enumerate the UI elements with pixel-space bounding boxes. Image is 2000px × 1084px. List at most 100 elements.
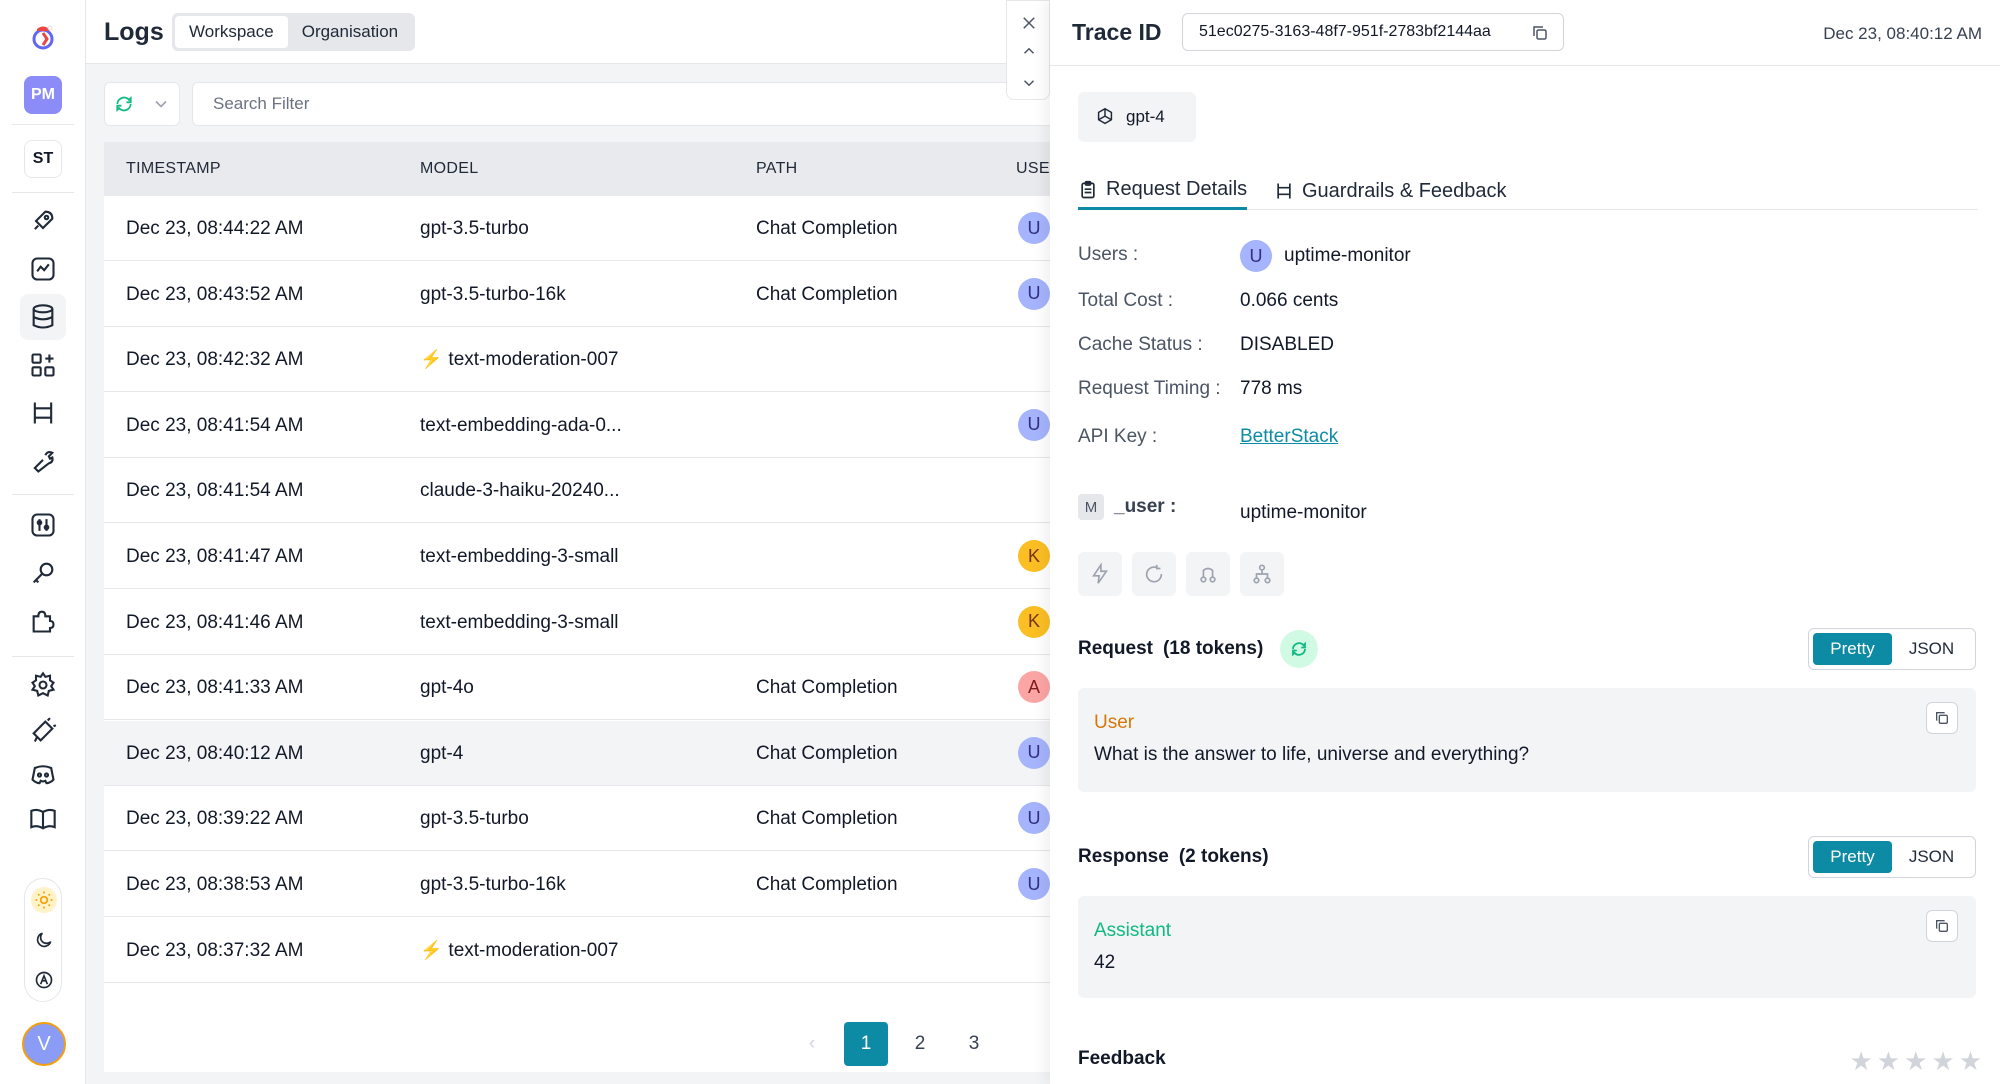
portkey-logo[interactable] <box>20 14 66 60</box>
col-model[interactable]: MODEL <box>420 160 478 178</box>
next-log-button[interactable] <box>1017 71 1041 95</box>
table-row[interactable]: Dec 23, 08:44:22 AM gpt-3.5-turbo Chat Com… <box>104 196 1067 261</box>
chevron-down-icon <box>154 100 167 108</box>
table-row[interactable]: Dec 23, 08:41:54 AM text-embedding-ada-0.… <box>104 393 1067 458</box>
star-icon[interactable]: ★ <box>1959 1046 1982 1077</box>
table-row[interactable]: Dec 23, 08:41:54 AM claude-3-haiku-20240.… <box>104 458 1064 524</box>
copy-request-button[interactable] <box>1926 702 1958 734</box>
sidebar-item-discord[interactable] <box>20 752 66 798</box>
sidebar-item-settings[interactable] <box>20 662 66 708</box>
row-model-name: gpt-3.5-turbo-16k <box>420 874 566 895</box>
request-pretty-button[interactable]: Pretty <box>1813 633 1892 665</box>
prev-page-button[interactable]: ‹ <box>790 1022 834 1066</box>
cache-status-value: DISABLED <box>1240 334 1334 355</box>
tab-guardrails-feedback[interactable]: Guardrails & Feedback <box>1274 172 1507 210</box>
tab-request-details[interactable]: Request Details <box>1078 172 1248 210</box>
row-model-name: gpt-3.5-turbo-16k <box>420 283 566 305</box>
dark-theme-button[interactable] <box>31 927 57 953</box>
page-2[interactable]: 2 <box>898 1022 942 1066</box>
table-row[interactable]: Dec 23, 08:38:53 AM gpt-3.5-turbo-16k Chat… <box>104 852 1067 917</box>
copy-icon <box>1936 920 1948 932</box>
page-1[interactable]: 1 <box>844 1022 888 1066</box>
scope-workspace[interactable]: Workspace <box>175 16 288 48</box>
sidebar-item-docs[interactable] <box>20 796 66 842</box>
table-row[interactable]: Dec 23, 08:43:52 AM gpt-3.5-turbo-16k Chat… <box>104 262 1067 327</box>
star-icon[interactable]: ★ <box>1904 1046 1927 1077</box>
light-theme-button[interactable] <box>31 887 57 913</box>
trace-tree-button[interactable] <box>1240 552 1284 596</box>
row-path: Chat Completion <box>756 874 898 895</box>
rocket-icon <box>34 210 54 230</box>
response-json-button[interactable]: JSON <box>1892 841 1971 873</box>
log-detail-drawer: Trace ID 51ec0275-3163-48f7-951f-2783bf2… <box>1050 0 2000 1084</box>
trace-id-field[interactable]: 51ec0275-3163-48f7-951f-2783bf2144aa <box>1182 13 1564 51</box>
star-icon[interactable]: ★ <box>1849 1046 1872 1077</box>
star-icon[interactable]: ★ <box>1877 1046 1900 1077</box>
response-title-text: Response <box>1078 846 1169 867</box>
request-json-button[interactable]: JSON <box>1892 633 1971 665</box>
search-input[interactable]: Search Filter <box>192 82 1062 126</box>
row-timestamp: Dec 23, 08:39:22 AM <box>126 808 304 830</box>
row-model-name: gpt-3.5-turbo <box>420 808 529 830</box>
metadata-value: uptime-monitor <box>1240 502 1367 523</box>
page-3[interactable]: 3 <box>952 1022 996 1066</box>
sidebar-item-getting-started[interactable] <box>20 198 66 244</box>
api-key-link[interactable]: BetterStack <box>1240 426 1338 448</box>
row-model: gpt-3.5-turbo-16k <box>420 874 566 896</box>
users-label: Users : <box>1078 244 1139 265</box>
refresh-options-button[interactable] <box>142 83 179 125</box>
tree-icon <box>1253 564 1271 584</box>
megaphone-icon <box>32 717 57 742</box>
star-icon[interactable]: ★ <box>1931 1046 1954 1077</box>
copy-response-button[interactable] <box>1926 910 1958 942</box>
col-timestamp[interactable]: TIMESTAMP <box>126 160 221 178</box>
replay-button[interactable] <box>1078 552 1122 596</box>
sidebar-item-plugins[interactable] <box>20 598 66 644</box>
table-row[interactable]: Dec 23, 08:37:32 AM ⚡ text-moderation-007 <box>104 918 1064 983</box>
total-cost-value: 0.066 cents <box>1240 290 1339 311</box>
refresh-control <box>104 82 180 126</box>
auto-theme-button[interactable] <box>31 967 57 993</box>
close-icon <box>1023 17 1035 29</box>
sidebar-item-prompts[interactable] <box>20 342 66 388</box>
sync-button[interactable] <box>1280 630 1318 668</box>
sidebar-item-tools[interactable] <box>20 438 66 484</box>
sidebar-item-guardrails[interactable] <box>20 390 66 436</box>
response-pretty-button[interactable]: Pretty <box>1813 841 1892 873</box>
table-row[interactable]: Dec 23, 08:41:46 AM text-embedding-3-smal… <box>104 590 1066 655</box>
row-user-avatar: A <box>1018 671 1050 704</box>
sidebar-item-logs[interactable] <box>20 294 66 340</box>
metadata-label: M _user : <box>1078 494 1176 520</box>
retry-button[interactable] <box>1132 552 1176 596</box>
sidebar-divider <box>12 192 74 193</box>
close-drawer-button[interactable] <box>1017 11 1041 35</box>
row-model-name: text-moderation-007 <box>448 349 619 371</box>
row-path: Chat Completion <box>756 677 898 699</box>
row-timestamp: Dec 23, 08:41:46 AM <box>126 611 304 633</box>
refresh-icon <box>1292 641 1306 657</box>
user-avatar[interactable]: V <box>22 1022 66 1066</box>
table-row[interactable]: Dec 23, 08:42:32 AM ⚡ text-moderation-007 <box>104 327 1064 393</box>
sidebar-item-announcements[interactable] <box>20 708 66 754</box>
row-timestamp: Dec 23, 08:42:32 AM <box>126 349 304 371</box>
sidebar-item-api-keys[interactable] <box>20 550 66 596</box>
table-row[interactable]: Dec 23, 08:41:47 AM text-embedding-3-smal… <box>104 524 1066 589</box>
table-row[interactable]: Dec 23, 08:40:12 AM gpt-4 Chat Completion U… <box>104 720 1067 786</box>
refresh-button[interactable] <box>105 83 142 125</box>
sidebar-divider <box>12 494 74 495</box>
scope-organisation[interactable]: Organisation <box>288 16 412 48</box>
branch-button[interactable] <box>1186 552 1230 596</box>
previous-log-button[interactable] <box>1017 39 1041 63</box>
col-path[interactable]: PATH <box>756 160 798 178</box>
theme-switcher <box>24 878 62 1002</box>
copy-icon[interactable] <box>1531 24 1549 42</box>
row-model: gpt-3.5-turbo <box>420 808 529 830</box>
org-badge[interactable]: ST <box>24 140 62 178</box>
table-row[interactable]: Dec 23, 08:39:22 AM gpt-3.5-turbo Chat Com… <box>104 786 1067 852</box>
workspace-badge[interactable]: PM <box>24 76 62 114</box>
logo-icon <box>32 25 54 50</box>
sidebar-item-configs[interactable] <box>20 502 66 548</box>
sidebar-item-analytics[interactable] <box>20 246 66 292</box>
table-row[interactable]: Dec 23, 08:41:33 AM gpt-4o Chat Completion… <box>104 655 1067 721</box>
book-icon <box>30 808 56 830</box>
